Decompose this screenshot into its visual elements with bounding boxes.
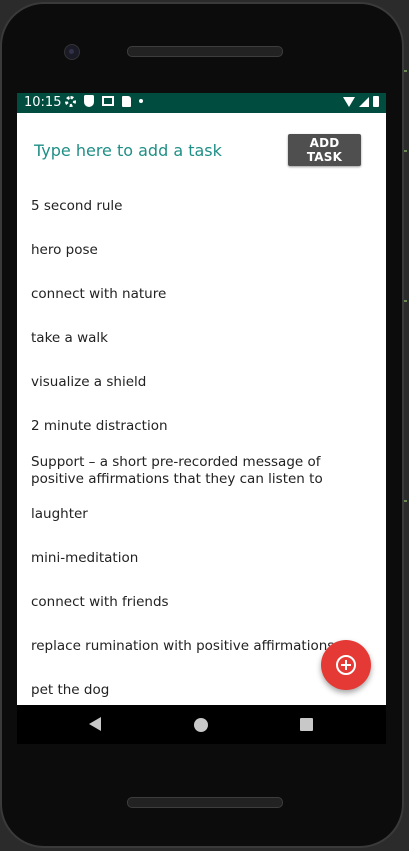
- device-screen: 10:15 ADD TASK 5 second rule hero pose c…: [17, 93, 386, 744]
- task-list-item[interactable]: Support – a short pre-recorded message o…: [31, 454, 371, 488]
- recents-icon[interactable]: [300, 718, 313, 731]
- task-list-item[interactable]: replace rumination with positive affirma…: [31, 638, 371, 655]
- task-list-item[interactable]: connect with friends: [31, 594, 371, 611]
- status-system-icons: [343, 96, 379, 107]
- add-task-button[interactable]: ADD TASK: [288, 134, 361, 166]
- photo-icon: [102, 96, 114, 106]
- bottom-speaker: [127, 797, 283, 808]
- task-list-item[interactable]: take a walk: [31, 330, 371, 347]
- status-notification-icons: [65, 95, 143, 107]
- task-list-item[interactable]: hero pose: [31, 242, 371, 259]
- task-list-item[interactable]: visualize a shield: [31, 374, 371, 391]
- sd-card-icon: [122, 95, 131, 107]
- navigation-bar: [17, 705, 386, 744]
- status-time: 10:15: [24, 95, 62, 110]
- shield-icon: [84, 95, 94, 107]
- task-list-item[interactable]: pet the dog: [31, 682, 371, 699]
- gear-icon: [65, 95, 76, 107]
- add-floating-button[interactable]: [321, 640, 371, 690]
- earpiece-speaker: [127, 46, 283, 57]
- task-list-item[interactable]: 2 minute distraction: [31, 418, 371, 435]
- add-circle-icon: [336, 655, 356, 675]
- home-icon[interactable]: [194, 718, 208, 732]
- task-list-item[interactable]: 5 second rule: [31, 198, 371, 215]
- app-content: ADD TASK 5 second rule hero pose connect…: [17, 113, 386, 705]
- signal-icon: [359, 96, 369, 107]
- task-list-item[interactable]: mini-meditation: [31, 550, 371, 567]
- task-list-item[interactable]: laughter: [31, 506, 371, 523]
- dot-icon: [139, 99, 143, 103]
- add-task-row: ADD TASK: [17, 113, 386, 185]
- front-camera: [64, 44, 80, 60]
- back-icon[interactable]: [89, 717, 101, 731]
- status-bar: 10:15: [17, 93, 386, 113]
- task-input[interactable]: [34, 138, 274, 162]
- wifi-icon: [343, 96, 355, 107]
- battery-icon: [373, 96, 379, 107]
- task-list-item[interactable]: connect with nature: [31, 286, 371, 303]
